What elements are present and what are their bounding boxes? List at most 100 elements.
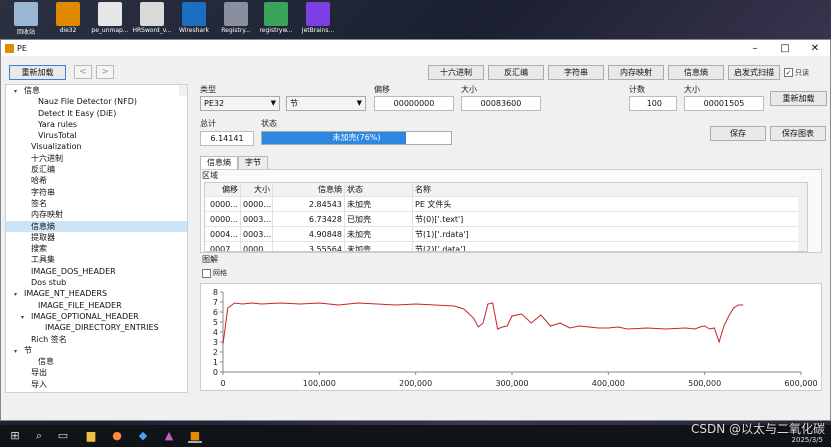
tree-item[interactable]: Visualization <box>6 141 187 152</box>
check-icon: ✓ <box>784 68 793 77</box>
tree-item[interactable]: 内存映射 <box>6 209 187 220</box>
offset-field[interactable]: 00000000 <box>374 96 454 111</box>
tree-item[interactable]: Rich 签名 <box>6 334 187 345</box>
count-spinbox[interactable]: 100 <box>629 96 677 111</box>
desktop-icon-registry-icon[interactable]: registryw... <box>256 2 296 34</box>
close-button[interactable]: ✕ <box>800 43 830 54</box>
tree-item[interactable]: ▾ IMAGE_NT_HEADERS <box>6 288 187 299</box>
firefox-icon[interactable]: ● <box>110 429 124 443</box>
tree-item[interactable]: 十六进制 <box>6 153 187 164</box>
search-icon[interactable]: ⌕ <box>32 429 46 443</box>
section-value: 节 <box>290 99 298 108</box>
regions-table[interactable]: 偏移 大小 信息熵 状态 名称 0000... 0000... 2.84543 未加壳… <box>204 182 808 252</box>
tree-item-label: 搜索 <box>31 244 47 254</box>
tree-item[interactable]: Dos stub <box>6 277 187 288</box>
tab-memory-map[interactable]: 内存映射 <box>608 65 664 80</box>
reload-button[interactable]: 重新加载 <box>9 65 66 80</box>
task-view-icon[interactable]: ▭ <box>56 429 70 443</box>
tab-entropy[interactable]: 信息熵 <box>668 65 724 80</box>
tree-item[interactable]: 提取器 <box>6 232 187 243</box>
section-select[interactable]: 节 ▼ <box>286 96 366 111</box>
desktop-icon-registry-icon[interactable]: Registry... <box>216 2 256 34</box>
registry-icon <box>264 2 288 26</box>
tree-item[interactable]: IMAGE_FILE_HEADER <box>6 300 187 311</box>
tree-item[interactable]: 字符串 <box>6 187 187 198</box>
tree-item[interactable]: Yara rules <box>6 119 187 130</box>
grid-checkbox[interactable]: 网格 <box>202 268 227 278</box>
tab-disasm[interactable]: 反汇编 <box>488 65 544 80</box>
offset-label: 偏移 <box>374 85 390 94</box>
tree-item[interactable]: 哈希 <box>6 175 187 186</box>
tree-item[interactable]: 反汇编 <box>6 164 187 175</box>
forward-button[interactable]: > <box>96 65 114 79</box>
tree-item[interactable]: Detect It Easy (DiE) <box>6 108 187 119</box>
tab-heuristic[interactable]: 启发式扫描 <box>728 65 780 80</box>
table-scrollbar[interactable] <box>798 183 807 251</box>
table-row[interactable]: 0000... 0000... 2.84543 未加壳 PE 文件头 <box>205 197 807 212</box>
table-row[interactable]: 0004... 0003... 4.90848 未加壳 节(1)['.rdata'] <box>205 227 807 242</box>
desktop-icon-pe-icon[interactable]: pe_unmap... <box>90 2 130 34</box>
windows-start-icon[interactable]: ⊞ <box>8 429 22 443</box>
type-select[interactable]: PE32 ▼ <box>200 96 280 111</box>
tree-item[interactable]: ▾ 节 <box>6 345 187 356</box>
col-name[interactable]: 名称 <box>413 183 807 196</box>
explorer-icon[interactable]: ▆ <box>84 429 98 443</box>
entropy-chart: 0 1 2 3 4 5 6 7 8 0 100,000 200,000 300,000 400,000 50… <box>200 283 822 391</box>
chevron-down-icon[interactable]: ▾ <box>14 289 24 300</box>
y-tick-label: 3 <box>213 338 218 347</box>
tree-item[interactable]: ▾ 信息 <box>6 85 187 96</box>
save-button[interactable]: 保存 <box>710 126 766 141</box>
desktop-icon-die-icon[interactable]: die32 <box>48 2 88 34</box>
chevron-down-icon[interactable]: ▾ <box>14 346 24 357</box>
tree-item[interactable]: 信息 <box>6 356 187 367</box>
tree-item[interactable]: 搜索 <box>6 243 187 254</box>
maximize-button[interactable]: □ <box>770 43 800 54</box>
table-cell: 已加壳 <box>345 212 413 226</box>
table-row[interactable]: 0007... 0000... 3.55564 未加壳 节(2)['.data'] <box>205 242 807 251</box>
readonly-checkbox[interactable]: ✓ 只读 <box>784 65 809 80</box>
reload-entropy-button[interactable]: 重新加载 <box>770 91 827 106</box>
tree-item[interactable]: 信息熵 <box>6 220 187 232</box>
y-tick-label: 5 <box>213 318 218 327</box>
tree-item[interactable]: Nauz File Detector (NFD) <box>6 96 187 107</box>
block-size-field[interactable]: 00001505 <box>684 96 764 111</box>
minimize-button[interactable]: – <box>740 43 770 54</box>
tree-item[interactable]: IMAGE_DOS_HEADER <box>6 266 187 277</box>
checkbox-box <box>202 268 211 278</box>
desktop-icon-jetbrains-icon[interactable]: JetBrains... <box>298 2 338 34</box>
size-label: 大小 <box>461 85 477 94</box>
table-row[interactable]: 0000... 0003... 6.73428 已加壳 节(0)['.text'] <box>205 212 807 227</box>
chevron-down-icon[interactable]: ▾ <box>14 86 24 97</box>
desktop-icon-wireshark-icon[interactable]: Wireshark <box>174 2 214 34</box>
tree-item[interactable]: 签名 <box>6 198 187 209</box>
tree-item-label: 信息熵 <box>31 221 55 231</box>
tree-item[interactable]: 工具集 <box>6 254 187 265</box>
save-chart-button[interactable]: 保存图表 <box>770 126 826 141</box>
size-field[interactable]: 00083600 <box>461 96 541 111</box>
col-offset[interactable]: 偏移 <box>205 183 241 196</box>
table-header: 偏移 大小 信息熵 状态 名称 <box>205 183 807 197</box>
tree-item[interactable]: 导出 <box>6 367 187 378</box>
col-size[interactable]: 大小 <box>241 183 273 196</box>
navigation-tree[interactable]: ▾ 信息 Nauz File Detector (NFD) Detect It Eas… <box>5 84 188 393</box>
chevron-down-icon[interactable]: ▾ <box>21 312 31 323</box>
tab-hex[interactable]: 十六进制 <box>428 65 484 80</box>
tree-item[interactable]: VirusTotal <box>6 130 187 141</box>
col-status[interactable]: 状态 <box>345 183 413 196</box>
browser-icon[interactable]: ◆ <box>136 429 150 443</box>
tree-item-label: IMAGE_NT_HEADERS <box>24 289 108 299</box>
tree-item[interactable]: IMAGE_DIRECTORY_ENTRIES <box>6 322 187 333</box>
desktop-icon-recycle-bin-icon[interactable]: 回收站 <box>6 2 46 36</box>
tree-item[interactable]: ▾ IMAGE_OPTIONAL_HEADER <box>6 311 187 322</box>
tree-item[interactable]: 导入 <box>6 379 187 390</box>
tab-strings[interactable]: 字符串 <box>548 65 604 80</box>
back-button[interactable]: < <box>74 65 92 79</box>
die-taskbar-icon[interactable]: ■ <box>188 429 202 443</box>
col-entropy[interactable]: 信息熵 <box>273 183 345 196</box>
tree-scrollbar[interactable] <box>179 85 187 97</box>
app-icon[interactable]: ▲ <box>162 429 176 443</box>
x-tick-label: 300,000 <box>495 379 528 388</box>
subtab-bytes[interactable]: 字节 <box>238 156 268 169</box>
desktop-icon-hrsword-icon[interactable]: HRSword_v... <box>132 2 172 34</box>
subtab-entropy[interactable]: 信息熵 <box>200 156 238 170</box>
